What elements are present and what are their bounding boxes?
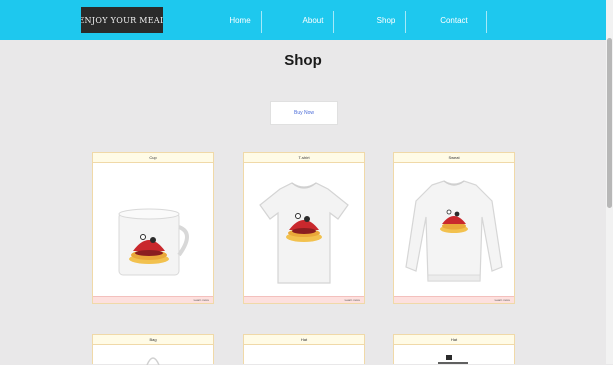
nav-link-shop[interactable]: Shop [366,14,406,28]
learn-more-link[interactable]: Learn more [244,296,364,303]
logo[interactable]: ENJOY YOUR MEAL [81,7,163,33]
nav-separator [486,11,487,33]
product-card-hat-2[interactable]: Hat [393,334,515,364]
product-name: Sweat [394,153,514,163]
vertical-scrollbar[interactable] [606,0,613,364]
nav-separator [261,11,262,33]
product-card-cup[interactable]: Cup Learn more [92,152,214,304]
product-card-tshirt[interactable]: T-shirt Learn more [243,152,365,304]
scrollbar-thumb[interactable] [607,38,612,208]
nav-link-home[interactable]: Home [222,14,258,28]
learn-more-link[interactable]: Learn more [93,296,213,303]
product-card-hat[interactable]: Hat [243,334,365,364]
buy-now-button[interactable]: Buy Now [270,101,338,125]
product-name: Cup [93,153,213,163]
product-card-sweat[interactable]: Sweat Learn more [393,152,515,304]
top-navigation-bar: ENJOY YOUR MEAL Home About Shop Contact [0,0,606,40]
product-name: Hat [244,335,364,345]
product-name: Bag [93,335,213,345]
hat-icon [438,355,468,364]
nav-link-contact[interactable]: Contact [432,14,476,28]
nav-separator [333,11,334,33]
sweatshirt-icon [405,180,503,282]
page-title: Shop [284,52,322,69]
tshirt-icon [259,182,349,284]
learn-more-link[interactable]: Learn more [394,296,514,303]
mug-icon [118,208,189,276]
product-name: T-shirt [244,153,364,163]
bag-icon [146,357,160,365]
nav-link-about[interactable]: About [293,14,333,28]
product-card-bag[interactable]: Bag [92,334,214,365]
product-name: Hat [394,335,514,345]
nav-separator [405,11,406,33]
